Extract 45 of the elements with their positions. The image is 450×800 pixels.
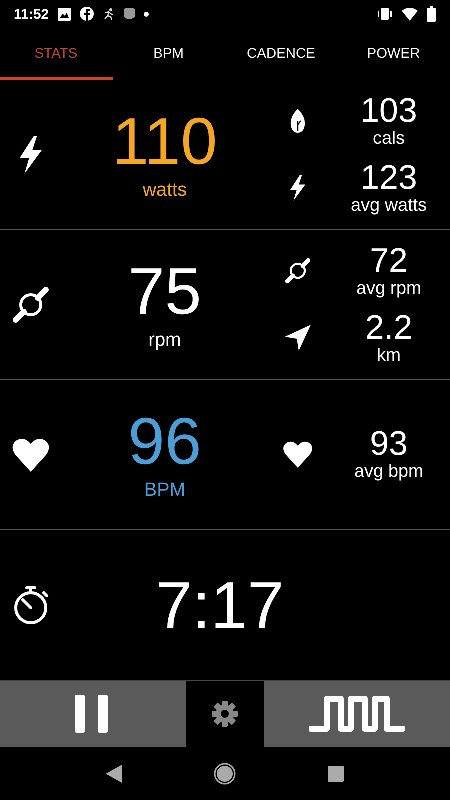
stat-label: avg rpm [356, 278, 422, 298]
vibrate-icon [377, 8, 393, 20]
metric-unit: rpm [148, 330, 182, 352]
pedal-icon [11, 284, 51, 324]
runner-icon [103, 8, 116, 20]
stat-label: avg bpm [354, 461, 424, 482]
stat-label: avg watts [350, 194, 428, 216]
recents-icon[interactable] [328, 766, 344, 782]
dot-icon [144, 12, 150, 16]
pedal-icon [284, 257, 312, 285]
stopwatch-icon [12, 585, 50, 625]
flame-icon [290, 109, 306, 133]
metric-unit: BPM [144, 480, 186, 502]
tab[interactable]: BPM [112, 28, 225, 80]
stat-value: 103 [360, 94, 418, 128]
square-wave-icon [309, 695, 405, 733]
image-icon [58, 8, 72, 20]
social-icon [80, 7, 94, 21]
stat-value: 123 [360, 160, 418, 194]
wifi-icon [402, 8, 418, 20]
heart-icon [12, 438, 50, 472]
heart-icon [283, 441, 313, 468]
metric-value: 75 [128, 258, 202, 324]
battery-icon [427, 6, 436, 22]
metric-value: 96 [128, 408, 202, 474]
tab[interactable]: POWER [338, 28, 450, 80]
pause-icon [75, 695, 111, 733]
tab[interactable]: STATS [0, 28, 112, 80]
tab[interactable]: CADENCE [225, 28, 338, 80]
settings-icon [212, 701, 238, 727]
intervals-button[interactable] [264, 681, 450, 747]
stat-value: 2.2 [365, 310, 413, 344]
stat-value: 93 [370, 427, 408, 461]
stat-value: 72 [370, 244, 408, 278]
metric-value: 110 [112, 108, 218, 174]
metric-value: 7:17 [156, 572, 284, 638]
home-icon[interactable] [214, 762, 236, 784]
navigation-arrow-icon [285, 325, 311, 351]
back-icon[interactable] [106, 764, 122, 782]
status-time: 11:52 [14, 6, 50, 22]
shield-icon [124, 8, 136, 20]
stat-label: km [377, 344, 401, 366]
pause-button[interactable] [0, 681, 186, 747]
metric-unit: watts [142, 180, 188, 202]
stat-label: cals [372, 128, 405, 148]
